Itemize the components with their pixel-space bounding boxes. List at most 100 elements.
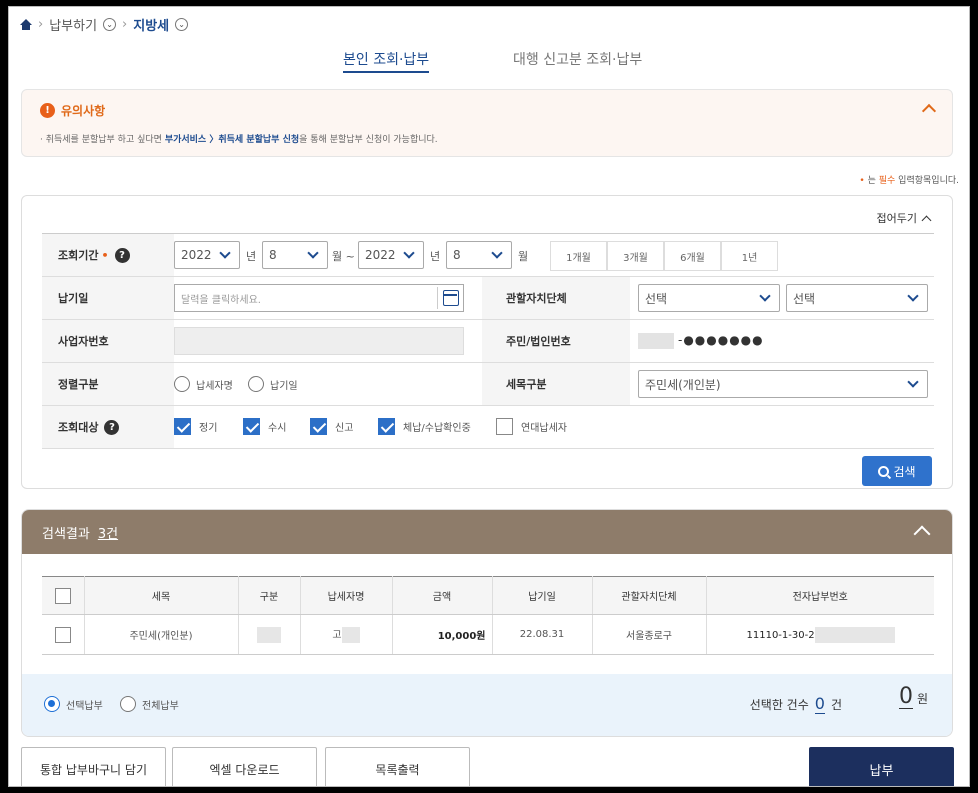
pay-date-input[interactable]: 달력을 클릭하세요. — [174, 284, 464, 312]
resident-no-masked-block — [638, 333, 674, 349]
target-arrears-checkbox[interactable]: 체납/수납확인중 — [378, 418, 471, 435]
count-unit: 건 — [830, 697, 842, 712]
search-button[interactable]: 검색 — [862, 456, 932, 486]
sort-duedate-radio[interactable]: 납기일 — [248, 376, 298, 392]
breadcrumb: › 납부하기 ⌄ › 지방세 ⌄ — [19, 15, 189, 34]
start-month-select[interactable]: 8 — [262, 241, 328, 269]
home-icon[interactable] — [19, 19, 32, 30]
pay-all-radio[interactable]: 전체납부 — [120, 696, 179, 712]
required-note: • 는 필수 입력항목입니다. — [859, 173, 959, 186]
radio-icon — [248, 376, 264, 392]
pay-date-label: 납기일 — [42, 277, 174, 319]
row-checkbox[interactable] — [54, 626, 71, 643]
help-icon[interactable]: ? — [114, 247, 130, 263]
target-option-label: 수시 — [268, 423, 287, 434]
period-1y-button[interactable]: 1년 — [721, 241, 778, 271]
period-1m-button[interactable]: 1개월 — [550, 241, 607, 271]
results-header[interactable]: 검색결과 3건 — [22, 510, 952, 554]
help-icon[interactable]: ? — [104, 419, 120, 435]
checkbox-icon — [496, 418, 513, 435]
select-all-checkbox[interactable] — [54, 587, 71, 604]
chevron-down-icon — [907, 290, 919, 302]
target-option-label: 연대납세자 — [521, 423, 567, 434]
epay-prefix: 11110-1-30-2 — [746, 629, 815, 641]
target-joint-checkbox[interactable]: 연대납세자 — [496, 418, 567, 435]
checkbox-checked-icon — [310, 418, 327, 435]
chevron-up-icon — [921, 215, 932, 225]
cell-epay: 11110-1-30-2 — [706, 614, 934, 655]
collapse-icon[interactable] — [921, 103, 937, 119]
total-amount: 0 원 — [898, 684, 928, 709]
radio-icon — [120, 696, 136, 712]
chevron-down-icon — [307, 247, 319, 259]
target-label: 조회대상? — [42, 406, 174, 448]
col-header: 납세자명 — [300, 576, 393, 615]
calendar-icon[interactable] — [437, 287, 461, 309]
biz-no-label: 사업자번호 — [42, 320, 174, 362]
tax-item-select[interactable]: 주민세(개인분) — [638, 370, 928, 398]
period-row: 조회기간 •? 2022 년 8 월 ~ 2022 년 8 월 1개월 3개월 6… — [42, 234, 934, 277]
cell-amount: 10,000원 — [392, 614, 493, 655]
start-month-value: 8 — [269, 248, 277, 262]
search-panel: 접어두기 조회기간 •? 2022 년 8 월 ~ 2022 년 8 월 1개월 … — [21, 195, 953, 489]
end-year-value: 2022 — [365, 248, 396, 262]
notice-link[interactable]: 부가서비스 〉취득세 분할납부 신청 — [165, 135, 299, 145]
local-gov-value-2: 선택 — [793, 291, 816, 306]
sort-taxpayer-radio[interactable]: 납세자명 — [174, 376, 233, 392]
fold-toggle[interactable]: 접어두기 — [877, 210, 932, 226]
selected-count-label: 선택한 건수 — [749, 697, 809, 712]
notice-text-prefix: · 취득세를 분할납부 하고 싶다면 — [40, 135, 165, 145]
cell-tax: 주민세(개인분) — [84, 614, 239, 655]
target-option-label: 체납/수납확인중 — [403, 423, 471, 434]
chevron-up-icon[interactable] — [913, 525, 931, 543]
notice-text: · 취득세를 분할납부 하고 싶다면 부가서비스 〉취득세 분할납부 신청을 통… — [40, 132, 438, 145]
required-star-icon: • — [101, 248, 109, 262]
period-3m-button[interactable]: 3개월 — [607, 241, 664, 271]
totals-bar: 선택납부 전체납부 선택한 건수 0 건 0 원 — [22, 674, 952, 736]
breadcrumb-level2[interactable]: 지방세 — [133, 15, 169, 34]
period-6m-button[interactable]: 6개월 — [664, 241, 721, 271]
target-option-label: 정기 — [199, 423, 218, 434]
tab-self[interactable]: 본인 조회·납부 — [343, 49, 430, 73]
month-unit: 월 — [518, 250, 529, 263]
tab-proxy[interactable]: 대행 신고분 조회·납부 — [513, 49, 642, 69]
resident-no-dots: -●●●●●●● — [678, 333, 764, 347]
breadcrumb-level1[interactable]: 납부하기 — [49, 15, 97, 34]
radio-icon — [174, 376, 190, 392]
sort-option-label: 납기일 — [270, 380, 298, 392]
target-report-checkbox[interactable]: 신고 — [310, 418, 353, 435]
chevron-right-icon: › — [38, 17, 44, 32]
chevron-down-icon — [403, 247, 415, 259]
end-year-select[interactable]: 2022 — [358, 241, 424, 269]
masked-block — [341, 627, 360, 643]
cell-gov: 서울종로구 — [592, 614, 707, 655]
row-select-cell — [42, 614, 85, 655]
chevron-down-icon[interactable]: ⌄ — [175, 18, 189, 31]
target-regular-checkbox[interactable]: 정기 — [174, 418, 217, 435]
pay-selected-radio[interactable]: 선택납부 — [44, 696, 103, 712]
target-occasional-checkbox[interactable]: 수시 — [243, 418, 286, 435]
biz-no-row: 사업자번호 주민/법인번호 -●●●●●●● — [42, 320, 934, 363]
print-list-button[interactable]: 목록출력 — [325, 747, 470, 786]
notice-title-text: 유의사항 — [61, 104, 106, 118]
local-gov-select-2[interactable]: 선택 — [786, 284, 928, 312]
add-to-cart-button[interactable]: 통합 납부바구니 담기 — [21, 747, 166, 786]
period-label: 조회기간 •? — [42, 234, 174, 276]
local-gov-select-1[interactable]: 선택 — [638, 284, 780, 312]
pay-button[interactable]: 납부 — [809, 747, 954, 786]
chevron-down-icon[interactable]: ⌄ — [103, 18, 117, 31]
results-panel: 검색결과 3건 세목 구분 납세자명 금액 납기일 관할자치단체 전자납부번호 … — [21, 509, 953, 737]
exclamation-icon: ! — [40, 103, 55, 118]
checkbox-checked-icon — [243, 418, 260, 435]
end-month-select[interactable]: 8 — [446, 241, 512, 269]
excel-download-button[interactable]: 엑셀 다운로드 — [172, 747, 317, 786]
select-all-cell — [42, 576, 85, 615]
pay-date-row: 납기일 달력을 클릭하세요. 관할자치단체 선택 선택 — [42, 277, 934, 320]
resident-no-label: 주민/법인번호 — [482, 320, 630, 362]
start-year-select[interactable]: 2022 — [174, 241, 240, 269]
total-amount-value: 0 — [898, 684, 913, 709]
checkbox-checked-icon — [174, 418, 191, 435]
chevron-down-icon — [491, 247, 503, 259]
table-row[interactable]: 주민세(개인분) 고 10,000원 22.08.31 서울종로구 11110-… — [42, 614, 934, 655]
required-suffix: 입력항목입니다. — [895, 176, 959, 186]
